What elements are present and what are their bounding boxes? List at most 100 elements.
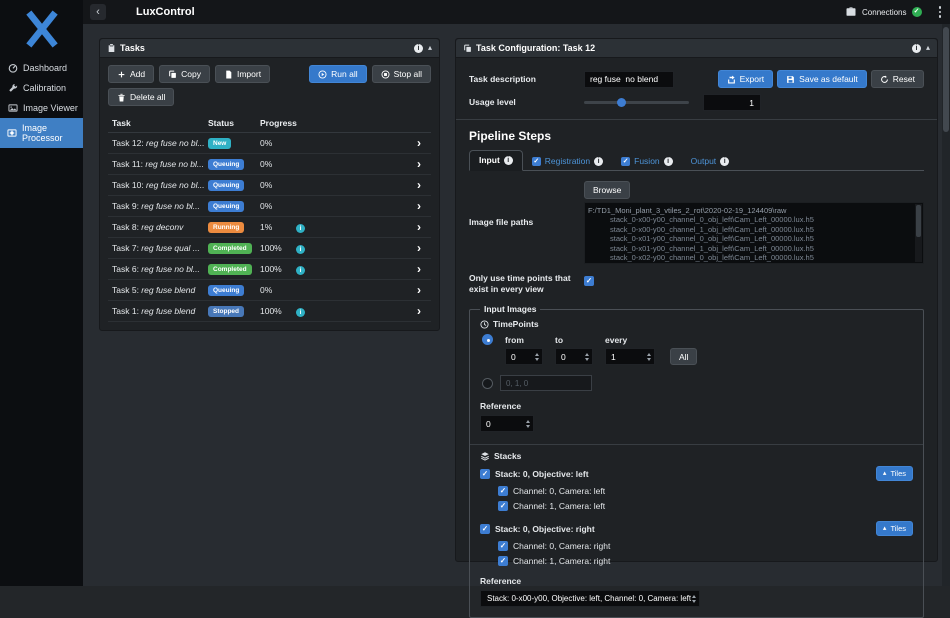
chevron-right-icon[interactable]: ›	[417, 158, 431, 170]
info-icon[interactable]: i	[720, 157, 729, 166]
channel-row: ✓Channel: 1, Camera: right	[498, 556, 913, 566]
tab-registration[interactable]: ✓Registrationi	[523, 152, 612, 171]
path-line: stack_0-x02-y00_channel_1_obj_left\Cam_L…	[588, 262, 909, 264]
stack-header: ✓Stack: 0, Objective: left▴Tiles	[480, 466, 913, 481]
export-button[interactable]: Export	[718, 70, 774, 88]
import-task-button[interactable]: Import	[215, 65, 270, 83]
stack-group: ✓Stack: 0, Objective: left▴Tiles ✓Channel…	[480, 466, 913, 511]
task-row[interactable]: Task 10: reg fuse no bl...Queuing0%›	[108, 175, 431, 196]
to-spinner[interactable]: 0	[555, 348, 593, 365]
task-description-input[interactable]	[584, 71, 674, 88]
info-icon[interactable]: i	[664, 157, 673, 166]
tab-input[interactable]: Inputi	[469, 150, 523, 171]
delete-all-button[interactable]: Delete all	[108, 88, 174, 106]
info-icon[interactable]: i	[296, 245, 305, 254]
task-row[interactable]: Task 1: reg fuse blendStopped100%i›	[108, 301, 431, 322]
channel-checkbox[interactable]: ✓	[498, 556, 508, 566]
sidebar-item-image-processor[interactable]: Image Processor	[0, 118, 83, 148]
channel-checkbox[interactable]: ✓	[498, 486, 508, 496]
from-spinner[interactable]: 0	[505, 348, 543, 365]
stop-all-button[interactable]: Stop all	[372, 65, 431, 83]
tab-checkbox[interactable]: ✓	[532, 157, 541, 166]
tasks-panel-header[interactable]: Tasks i ▴	[100, 39, 439, 58]
reset-button[interactable]: Reset	[871, 70, 924, 88]
browse-button[interactable]: Browse	[584, 181, 630, 199]
every-spinner[interactable]: 1	[605, 348, 655, 365]
usage-level-slider[interactable]	[584, 101, 689, 104]
info-icon[interactable]: i	[912, 44, 921, 53]
config-panel-header[interactable]: Task Configuration: Task 12 i ▴	[456, 39, 937, 58]
info-icon[interactable]: i	[296, 224, 305, 233]
usage-level-label: Usage level	[469, 97, 584, 108]
save-icon	[786, 75, 795, 84]
window-scrollbar-thumb[interactable]	[943, 27, 949, 132]
back-button[interactable]: ‹	[90, 4, 106, 20]
status-badge: Queuing	[208, 180, 244, 191]
task-row[interactable]: Task 12: reg fuse no bl...New0%›	[108, 133, 431, 154]
config-panel-title: Task Configuration: Task 12	[476, 43, 595, 53]
chevron-right-icon[interactable]: ›	[417, 221, 431, 233]
only-use-checkbox[interactable]: ✓	[584, 276, 594, 286]
stack-checkbox[interactable]: ✓	[480, 469, 490, 479]
pattern-radio[interactable]	[482, 378, 493, 389]
tab-checkbox[interactable]: ✓	[621, 157, 630, 166]
timepoints-reference-spinner[interactable]: 0	[480, 415, 534, 432]
tab-fusion[interactable]: ✓ Fusioni	[612, 152, 682, 171]
usage-level-input[interactable]	[703, 94, 761, 111]
task-row[interactable]: Task 11: reg fuse no bl...Queuing0%›	[108, 154, 431, 175]
sidebar-item-calibration[interactable]: Calibration	[0, 78, 83, 98]
image-file-paths-box[interactable]: F:/TD1_Moni_plant_3_vtiles_2_rot\2020-02…	[584, 202, 924, 264]
stack-checkbox[interactable]: ✓	[480, 524, 490, 534]
info-icon[interactable]: i	[414, 44, 423, 53]
timepoints-range-row: from 0 to 0	[482, 334, 913, 365]
window-scrollbar[interactable]	[942, 24, 950, 586]
sidebar-item-label: Dashboard	[23, 63, 67, 73]
stacks-list: ✓Stack: 0, Objective: left▴Tiles ✓Channel…	[480, 466, 913, 566]
stacks-reference-select[interactable]: Stack: 0-x00-y00, Objective: left, Chann…	[480, 590, 700, 607]
clipboard-icon	[107, 43, 116, 53]
chevron-right-icon[interactable]: ›	[417, 263, 431, 275]
info-icon[interactable]: i	[296, 266, 305, 275]
timepoints-pattern-input[interactable]	[500, 375, 592, 391]
task-row[interactable]: Task 9: reg fuse no bl...Queuing0%›	[108, 196, 431, 217]
channel-row: ✓Channel: 0, Camera: left	[498, 486, 913, 496]
tiles-button[interactable]: ▴Tiles	[876, 466, 913, 481]
add-task-button[interactable]: Add	[108, 65, 154, 83]
info-icon[interactable]: i	[594, 157, 603, 166]
tab-output[interactable]: Outputi	[682, 152, 739, 171]
task-description-label: Task description	[469, 74, 584, 85]
more-menu-button[interactable]	[937, 6, 944, 18]
sidebar-item-image-viewer[interactable]: Image Viewer	[0, 98, 83, 118]
channel-checkbox[interactable]: ✓	[498, 541, 508, 551]
tab-label: Fusion	[634, 156, 660, 166]
all-timepoints-button[interactable]: All	[670, 348, 697, 365]
collapse-caret-icon[interactable]: ▴	[926, 44, 930, 52]
divider	[470, 444, 923, 445]
task-label: Task 8: reg deconv	[112, 222, 208, 232]
chevron-right-icon[interactable]: ›	[417, 242, 431, 254]
range-radio[interactable]	[482, 334, 493, 345]
collapse-caret-icon[interactable]: ▴	[428, 44, 432, 52]
channel-checkbox[interactable]: ✓	[498, 501, 508, 511]
paths-scrollbar[interactable]	[915, 204, 922, 262]
tiles-button[interactable]: ▴Tiles	[876, 521, 913, 536]
save-as-default-button[interactable]: Save as default	[777, 70, 867, 88]
task-row[interactable]: Task 5: reg fuse blendQueuing0%›	[108, 280, 431, 301]
task-id: Task 8:	[112, 222, 141, 232]
chevron-right-icon[interactable]: ›	[417, 179, 431, 191]
sidebar-item-dashboard[interactable]: Dashboard	[0, 58, 83, 78]
chevron-right-icon[interactable]: ›	[417, 200, 431, 212]
info-icon[interactable]: i	[296, 308, 305, 317]
info-icon[interactable]: i	[504, 156, 513, 165]
task-id: Task 6:	[112, 264, 141, 274]
task-row[interactable]: Task 8: reg deconvRunning1%i›	[108, 217, 431, 238]
chevron-right-icon[interactable]: ›	[417, 305, 431, 317]
task-row[interactable]: Task 7: reg fuse qual ...Completed100%i›	[108, 238, 431, 259]
copy-task-button[interactable]: Copy	[159, 65, 210, 83]
run-all-button[interactable]: Run all	[309, 65, 366, 83]
task-row[interactable]: Task 6: reg fuse no bl...Completed100%i›	[108, 259, 431, 280]
chevron-right-icon[interactable]: ›	[417, 284, 431, 296]
slider-handle[interactable]	[617, 98, 626, 107]
chevron-right-icon[interactable]: ›	[417, 137, 431, 149]
tasks-panel-title: Tasks	[120, 43, 145, 53]
